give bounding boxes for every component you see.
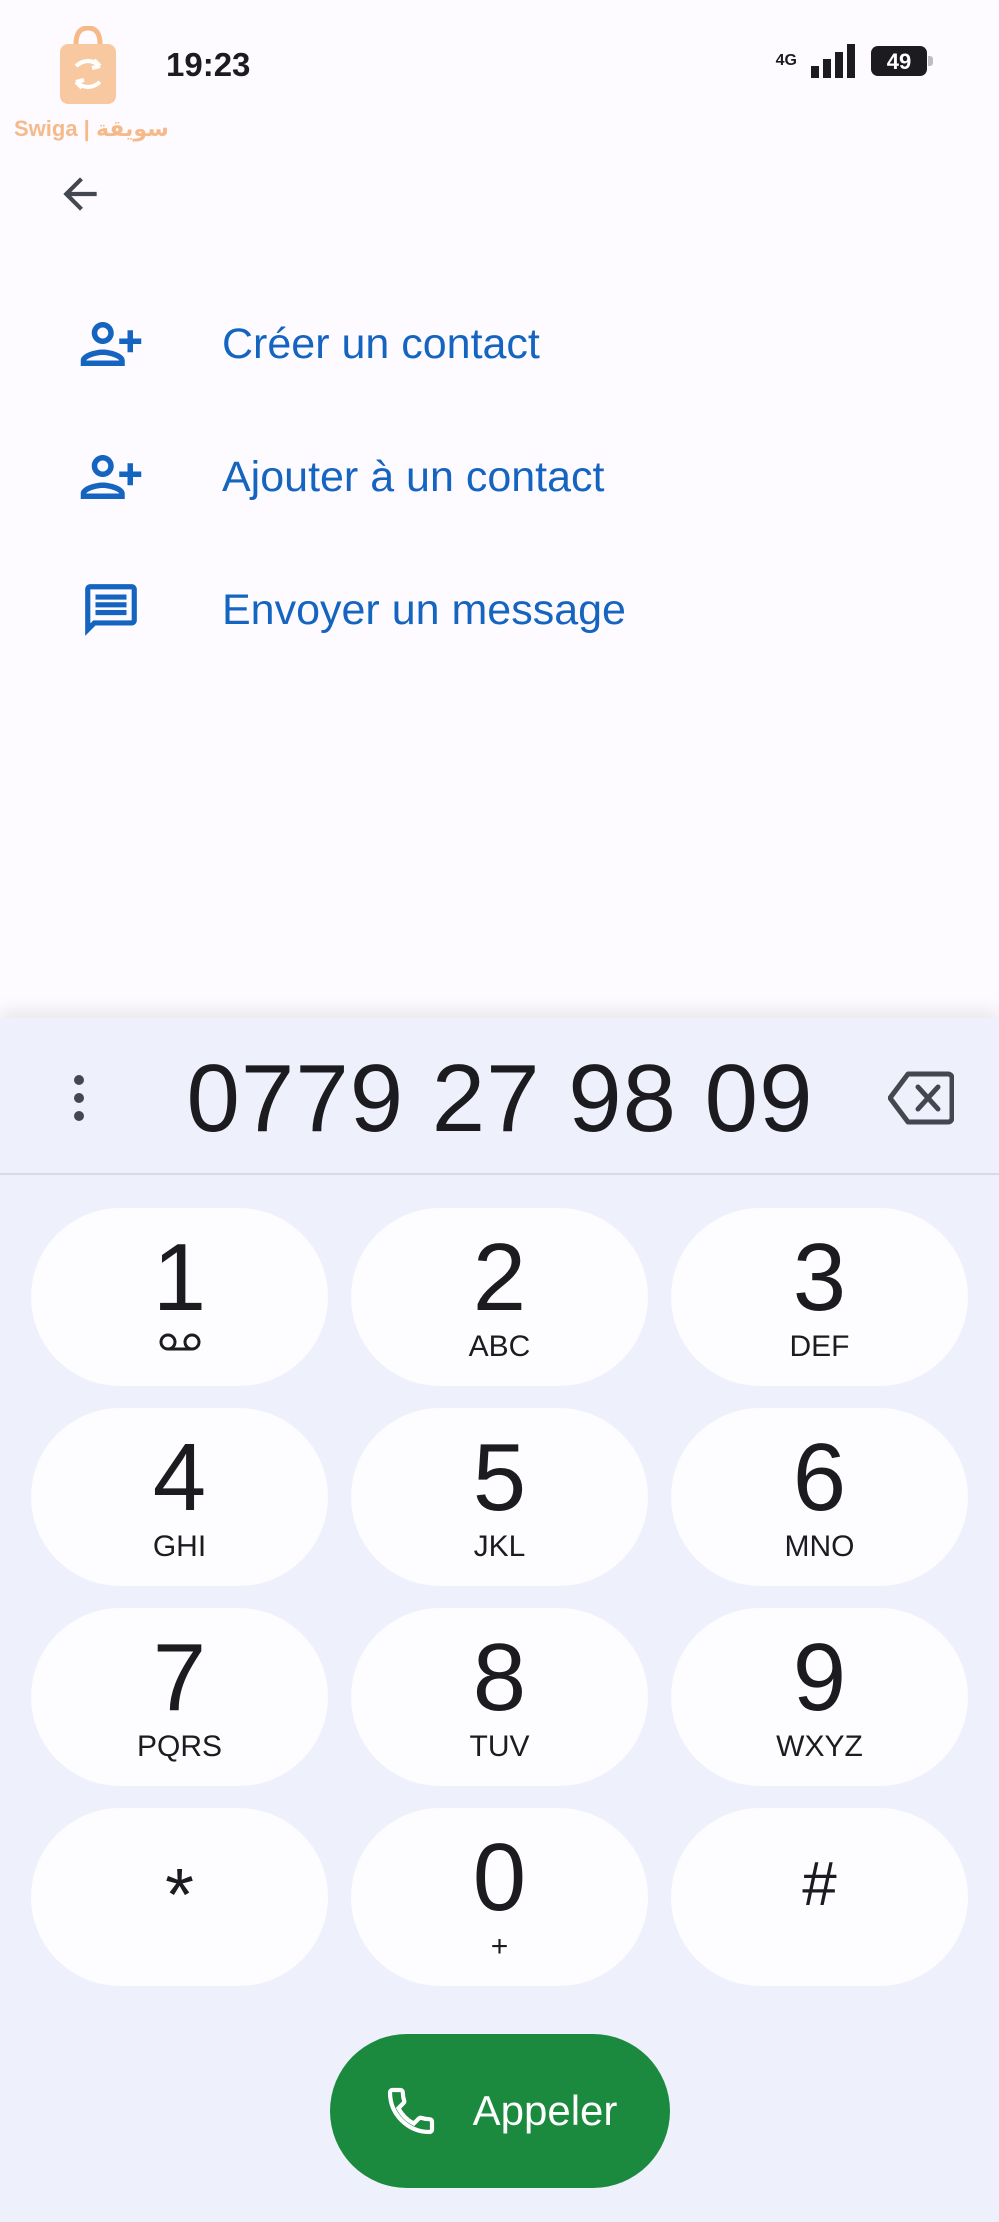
arrow-back-icon [63, 177, 97, 211]
add-to-contact-action[interactable]: Ajouter à un contact [0, 417, 999, 537]
person-add-icon [76, 309, 146, 379]
key-8[interactable]: 8 TUV [351, 1608, 648, 1786]
key-9[interactable]: 9 WXYZ [671, 1608, 968, 1786]
key-digit: 7 [152, 1624, 207, 1731]
create-contact-action[interactable]: Créer un contact [0, 284, 999, 404]
key-letters: MNO [784, 1530, 855, 1563]
key-letters: TUV [469, 1730, 530, 1763]
key-4[interactable]: 4 GHI [31, 1408, 328, 1586]
key-0[interactable]: 0 + [351, 1808, 648, 1986]
backspace-icon[interactable] [888, 1070, 954, 1126]
message-icon [76, 575, 146, 645]
shopping-bag-icon [60, 26, 116, 104]
key-digit: 8 [472, 1624, 527, 1731]
key-digit: 1 [152, 1224, 207, 1331]
battery-icon: 49 [871, 46, 933, 76]
key-hash[interactable]: # [671, 1808, 968, 1986]
key-digit: 5 [472, 1424, 527, 1531]
back-button[interactable] [44, 158, 116, 230]
key-letters: WXYZ [776, 1730, 863, 1763]
key-digit: # [802, 1850, 837, 1919]
key-digit: 3 [792, 1224, 847, 1331]
key-letters: GHI [152, 1530, 207, 1563]
status-time: 19:23 [166, 46, 251, 83]
watermark-text: Swiga | سويقة [14, 116, 169, 141]
key-letters: PQRS [136, 1730, 223, 1763]
key-digit: 6 [792, 1424, 847, 1531]
key-5[interactable]: 5 JKL [351, 1408, 648, 1586]
key-6[interactable]: 6 MNO [671, 1408, 968, 1586]
key-digit: 4 [152, 1424, 207, 1531]
key-digit: 9 [792, 1624, 847, 1731]
key-7[interactable]: 7 PQRS [31, 1608, 328, 1786]
more-options-button[interactable] [54, 1068, 104, 1128]
call-label: Appeler [472, 2087, 618, 2134]
phone-icon [387, 2087, 434, 2135]
send-message-action[interactable]: Envoyer un message [0, 550, 999, 670]
key-letters: + [490, 1930, 509, 1963]
more-vert-icon [74, 1075, 84, 1121]
call-button[interactable]: Appeler [330, 2034, 670, 2188]
key-2[interactable]: 2 ABC [351, 1208, 648, 1386]
person-add-icon [76, 442, 146, 512]
status-icons: 4G 49 [775, 44, 933, 78]
dialed-number[interactable]: 0779 27 98 09 [130, 1044, 870, 1154]
key-star[interactable]: * [31, 1808, 328, 1986]
key-3[interactable]: 3 DEF [671, 1208, 968, 1386]
voicemail-icon [159, 1333, 200, 1351]
key-letters: JKL [473, 1530, 526, 1563]
key-digit: * [165, 1853, 194, 1936]
create-contact-label: Créer un contact [222, 319, 540, 368]
key-letters: ABC [468, 1330, 531, 1363]
key-digit: 0 [472, 1824, 527, 1931]
key-digit: 2 [472, 1224, 527, 1331]
battery-level: 49 [886, 49, 912, 74]
key-1[interactable]: 1 [31, 1208, 328, 1386]
send-message-label: Envoyer un message [222, 585, 626, 634]
watermark-logo: Swiga | سويقة [14, 26, 169, 146]
add-to-contact-label: Ajouter à un contact [222, 452, 605, 501]
signal-icon [811, 44, 855, 78]
network-type: 4G [775, 52, 797, 69]
dialpad-panel: 0779 27 98 09 1 2 ABC 3 DEF 4 GHI 5 JKL … [0, 1018, 999, 2222]
number-display-row: 0779 27 98 09 [0, 1018, 999, 1175]
key-letters: DEF [789, 1330, 850, 1363]
